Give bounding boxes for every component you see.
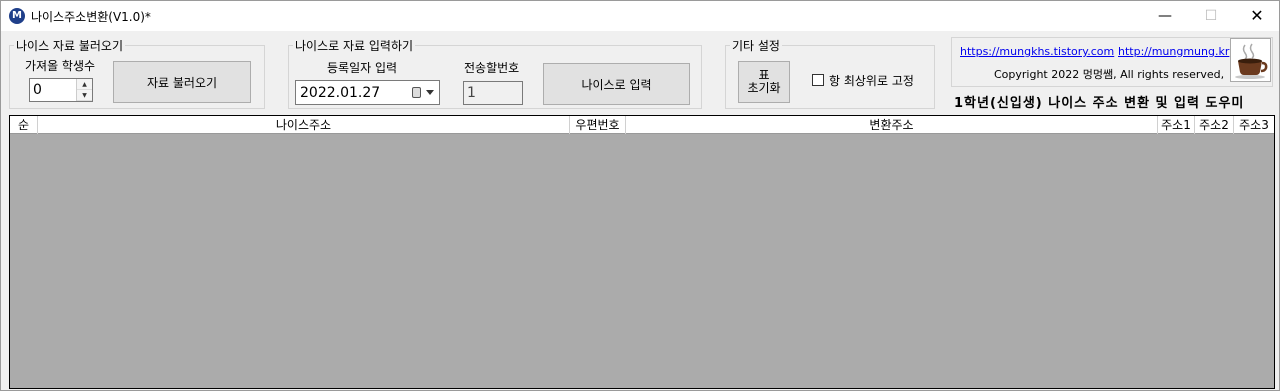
copyright-text: Copyright 2022 멍멍쌤, All rights reserved, [994, 68, 1225, 81]
column-header-nice-address[interactable]: 나이스주소 [38, 116, 570, 134]
window-title: 나이스주소변환(V1.0)* [31, 10, 151, 24]
blog-link[interactable]: https://mungkhs.tistory.com [960, 45, 1114, 58]
reset-button-line2: 초기화 [747, 81, 781, 95]
load-group-title: 나이스 자료 불러오기 [14, 37, 125, 54]
send-number-field[interactable]: 1 [463, 81, 523, 105]
table-header: 순 나이스주소 우편번호 변환주소 주소1 주소2 주소3 [10, 116, 1274, 134]
app-window: M 나이스주소변환(V1.0)* — ☐ ✕ 나이스 자료 불러오기 가져올 학… [0, 0, 1280, 391]
column-header-address3[interactable]: 주소3 [1234, 116, 1274, 134]
date-label: 등록일자 입력 [327, 61, 398, 75]
nice-input-button[interactable]: 나이스로 입력 [543, 63, 690, 105]
misc-group-title: 기타 설정 [730, 37, 782, 54]
student-count-value: 0 [33, 82, 42, 98]
send-number-value: 1 [467, 85, 476, 101]
maximize-button[interactable]: ☐ [1188, 1, 1234, 31]
student-count-label: 가져올 학생수 [25, 59, 96, 73]
app-banner: 1학년(신입생) 나이스 주소 변환 및 입력 도우미 [954, 96, 1245, 111]
student-count-spinner[interactable]: 0 ▲ ▼ [29, 78, 93, 102]
date-value: 2022.01.27 [300, 85, 381, 101]
column-header-address1[interactable]: 주소1 [1158, 116, 1195, 134]
spinner-down-icon[interactable]: ▼ [77, 90, 92, 101]
app-m-icon: M [9, 8, 25, 24]
minimize-button[interactable]: — [1142, 1, 1188, 31]
close-button[interactable]: ✕ [1234, 1, 1280, 31]
column-header-address2[interactable]: 주소2 [1195, 116, 1234, 134]
topmost-checkbox[interactable] [812, 74, 824, 86]
coffee-cup-icon [1230, 38, 1271, 82]
spinner-up-icon[interactable]: ▲ [77, 79, 92, 90]
load-data-button[interactable]: 자료 불러오기 [113, 61, 251, 103]
topmost-label[interactable]: 항 최상위로 고정 [829, 72, 914, 89]
column-header-postcode[interactable]: 우편번호 [570, 116, 626, 134]
input-group-title: 나이스로 자료 입력하기 [293, 37, 416, 54]
column-header-converted-address[interactable]: 변환주소 [626, 116, 1158, 134]
reset-table-button[interactable]: 표 초기화 [738, 61, 790, 103]
send-number-label: 전송할번호 [464, 61, 520, 75]
site-link[interactable]: http://mungmung.kr [1118, 45, 1229, 58]
chevron-down-icon[interactable] [426, 90, 434, 95]
date-picker[interactable]: 2022.01.27 [295, 80, 440, 105]
address-table[interactable]: 순 나이스주소 우편번호 변환주소 주소1 주소2 주소3 [9, 115, 1275, 389]
calendar-icon[interactable] [412, 87, 421, 98]
column-header-index[interactable]: 순 [10, 116, 38, 134]
spinner-buttons[interactable]: ▲ ▼ [76, 79, 92, 101]
title-bar[interactable]: M 나이스주소변환(V1.0)* — ☐ ✕ [1, 1, 1279, 31]
